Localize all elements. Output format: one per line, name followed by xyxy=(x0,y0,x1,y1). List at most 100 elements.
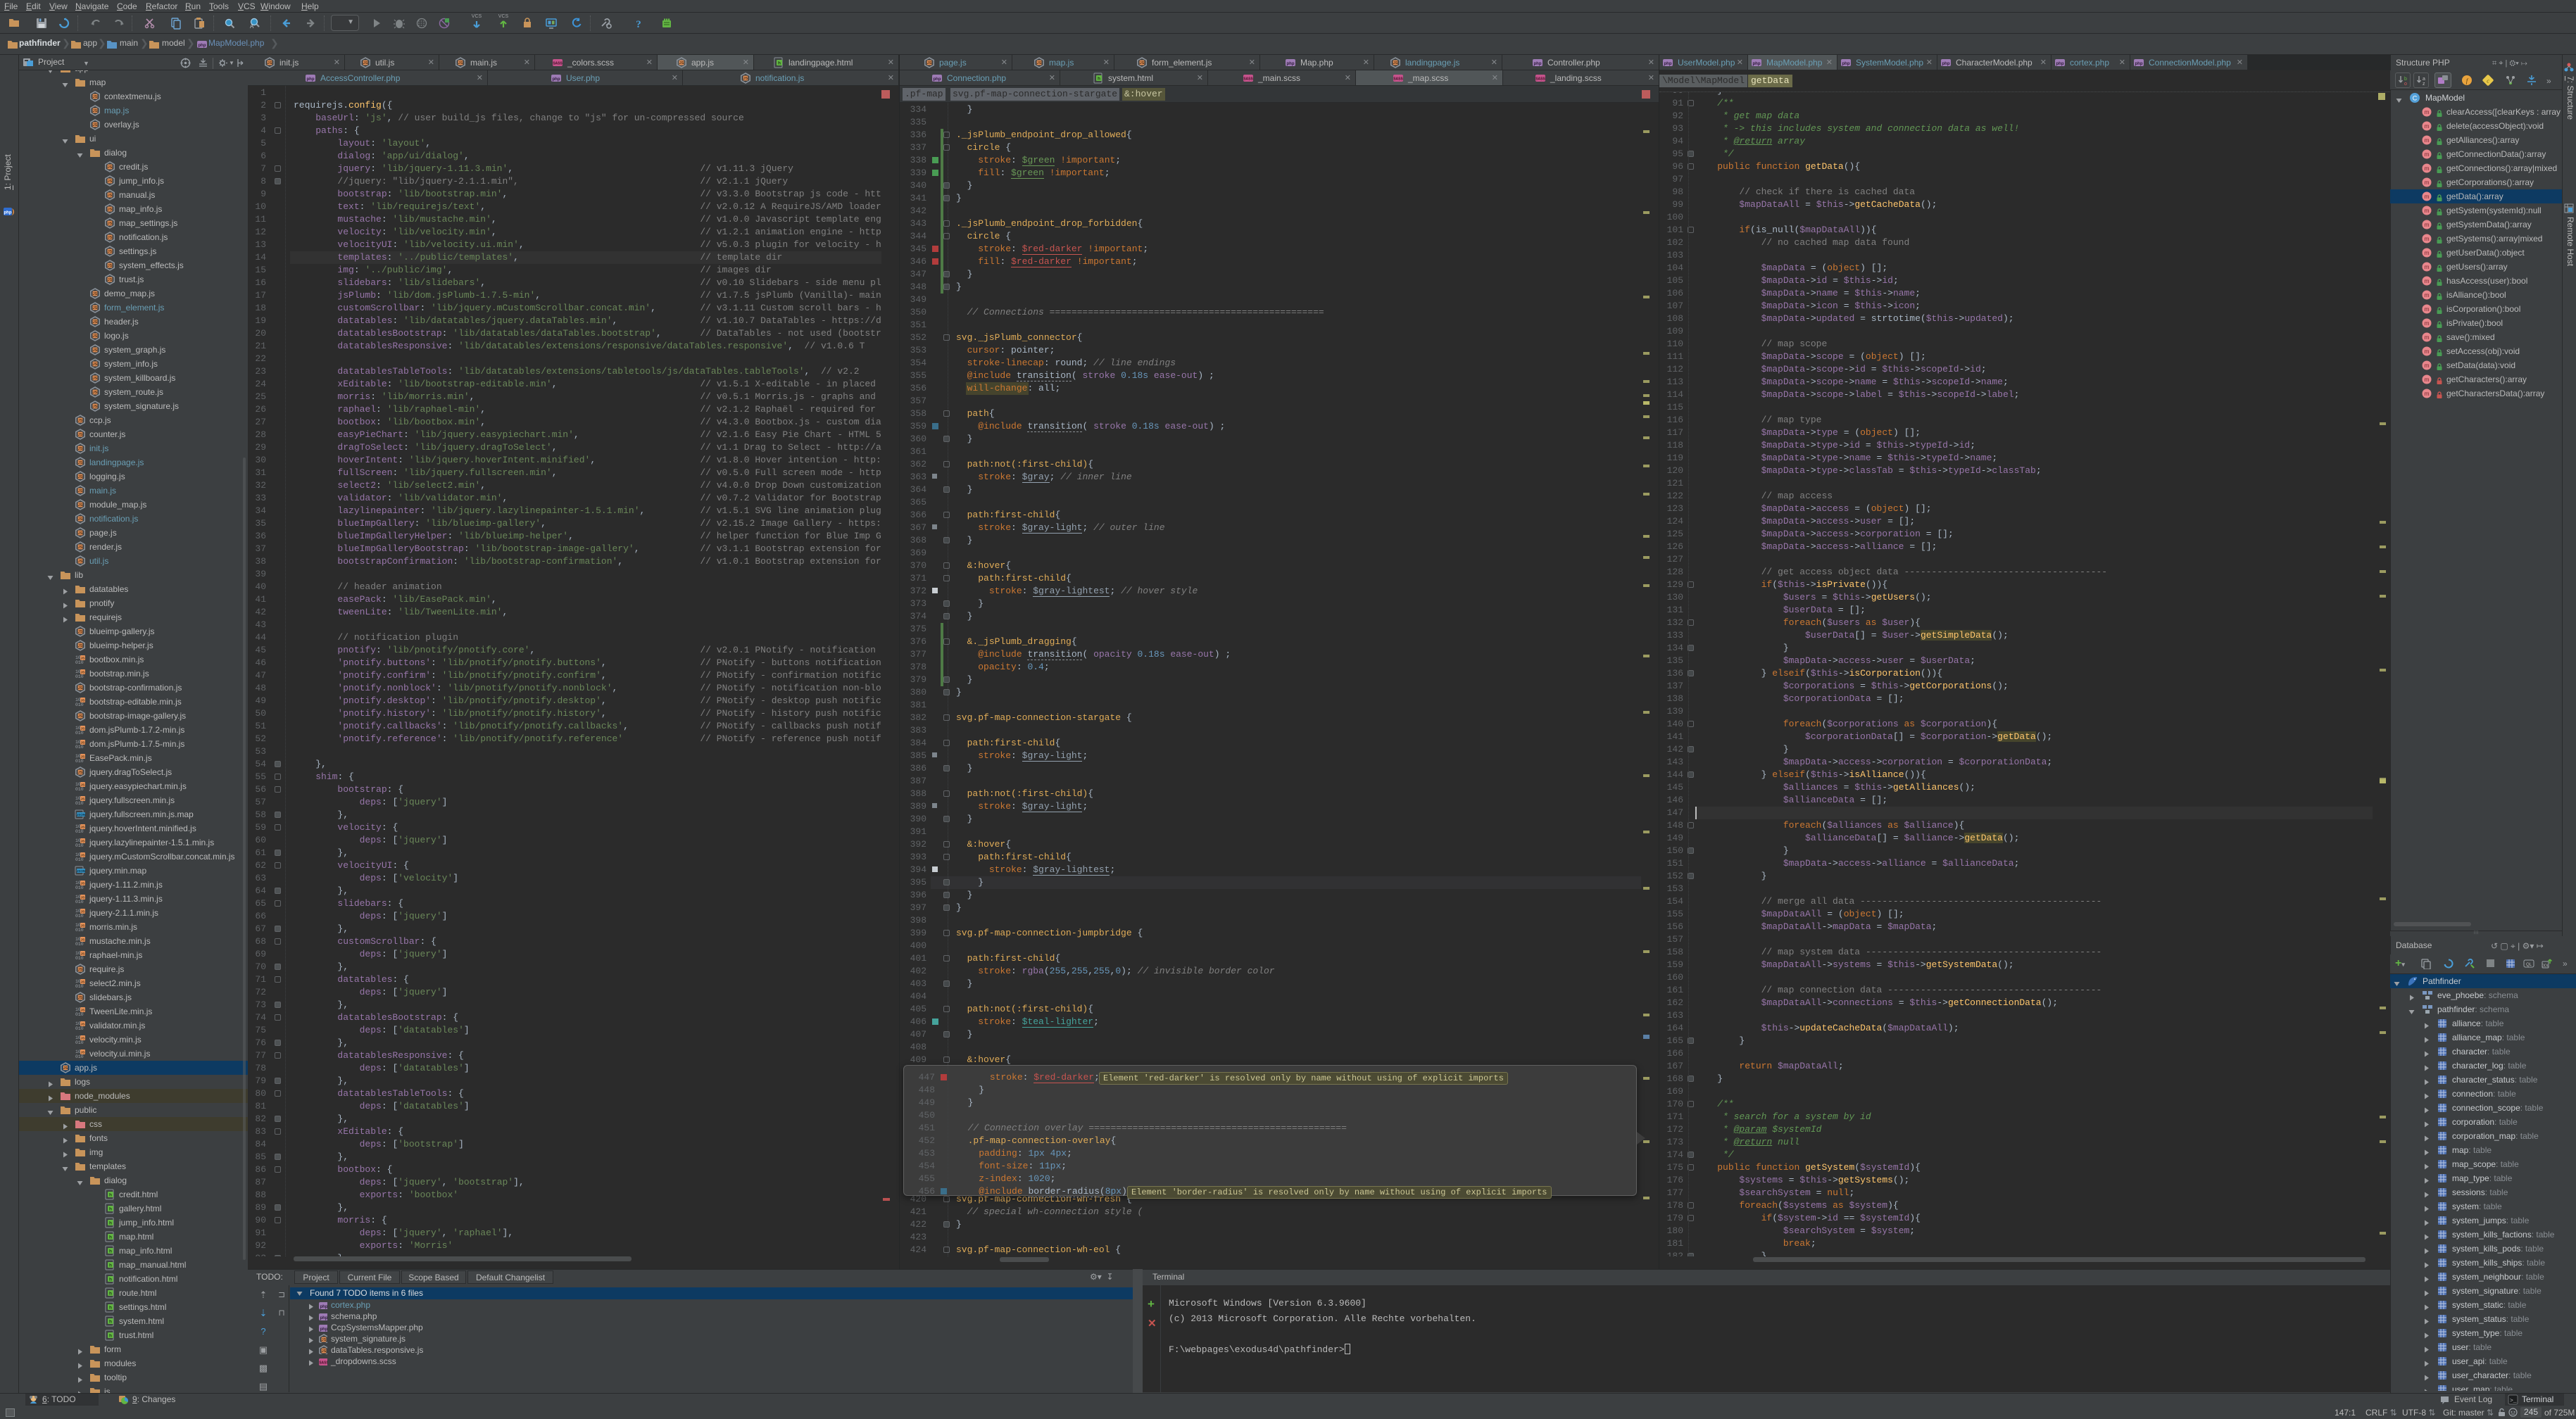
svg-text:h: h xyxy=(109,1320,112,1325)
svg-text:JS: JS xyxy=(78,433,83,437)
svg-text:m: m xyxy=(2424,320,2429,327)
svg-text:010: 010 xyxy=(75,1040,84,1045)
svg-text:php: php xyxy=(307,77,315,82)
svg-text:010: 010 xyxy=(75,1026,84,1031)
svg-text:h: h xyxy=(109,1263,112,1268)
svg-text:JS: JS xyxy=(81,657,86,661)
svg-text:php: php xyxy=(1753,62,1761,66)
svg-text:010: 010 xyxy=(75,1054,84,1059)
svg-text:010: 010 xyxy=(75,885,84,890)
svg-text:010: 010 xyxy=(75,914,84,919)
svg-text:php: php xyxy=(199,44,206,48)
svg-text:JS: JS xyxy=(81,980,86,985)
svg-text:m: m xyxy=(2424,235,2429,242)
svg-text:C: C xyxy=(2413,95,2418,102)
svg-text:010: 010 xyxy=(75,984,84,989)
svg-text:JS: JS xyxy=(743,77,748,81)
svg-text:JS: JS xyxy=(81,1037,86,1041)
svg-text:010: 010 xyxy=(75,674,84,679)
svg-text:php: php xyxy=(320,1327,328,1332)
svg-text:php: php xyxy=(4,211,12,215)
svg-text:h: h xyxy=(109,1193,112,1198)
svg-text:JS: JS xyxy=(93,109,98,113)
svg-text:>_: >_ xyxy=(2510,1398,2517,1404)
svg-text:h: h xyxy=(109,1278,112,1282)
svg-text:h: h xyxy=(778,61,781,66)
svg-text:h: h xyxy=(109,1207,112,1212)
svg-text:JS: JS xyxy=(78,686,83,690)
svg-text:JS: JS xyxy=(81,1051,86,1055)
svg-text:010: 010 xyxy=(75,857,84,862)
svg-text:010: 010 xyxy=(75,801,84,806)
svg-text:JS: JS xyxy=(1393,61,1398,65)
svg-text:h: h xyxy=(109,1249,112,1254)
svg-text:JS: JS xyxy=(322,1338,327,1342)
svg-text:JS: JS xyxy=(81,797,86,802)
svg-text:JS: JS xyxy=(927,61,932,65)
svg-text:m: m xyxy=(2424,334,2429,341)
svg-text:JS: JS xyxy=(93,292,98,296)
svg-text:SASS: SASS xyxy=(1243,77,1253,81)
svg-text:php: php xyxy=(934,77,941,82)
svg-text:m: m xyxy=(2424,193,2429,200)
svg-text:JS: JS xyxy=(108,264,113,268)
svg-text:A: A xyxy=(250,23,254,30)
svg-text:h: h xyxy=(109,1292,112,1297)
svg-text:php: php xyxy=(2056,62,2064,66)
svg-text:JS: JS xyxy=(81,938,86,942)
svg-text:JS: JS xyxy=(78,489,83,493)
svg-text:JS: JS xyxy=(81,910,86,914)
svg-text:010: 010 xyxy=(75,702,84,707)
svg-text:h: h xyxy=(109,1334,112,1339)
svg-text:JS: JS xyxy=(81,755,86,759)
svg-text:m: m xyxy=(2424,108,2429,115)
svg-text:m: m xyxy=(2424,179,2429,186)
svg-text:php: php xyxy=(1287,62,1295,66)
svg-text:h: h xyxy=(1098,77,1100,82)
svg-text:?: ? xyxy=(636,19,641,30)
svg-text:c: c xyxy=(2487,78,2489,84)
svg-text:JS: JS xyxy=(108,236,113,240)
svg-text:JS: JS xyxy=(108,278,113,282)
svg-text:JS: JS xyxy=(78,644,83,648)
svg-text:SASS: SASS xyxy=(1535,77,1545,81)
svg-text:JS: JS xyxy=(93,320,98,324)
svg-text:010: 010 xyxy=(75,843,84,848)
svg-text:JS: JS xyxy=(81,699,86,703)
svg-text:010: 010 xyxy=(75,928,84,933)
svg-text:JS: JS xyxy=(108,194,113,198)
svg-text:JS: JS xyxy=(93,348,98,353)
svg-text:JS: JS xyxy=(81,671,86,675)
svg-text:m: m xyxy=(2424,165,2429,172)
svg-text:JS: JS xyxy=(93,391,98,395)
svg-text:QL: QL xyxy=(2526,963,2532,967)
svg-text:php: php xyxy=(1534,62,1542,66)
svg-text:JS: JS xyxy=(268,61,272,65)
svg-text:SASS: SASS xyxy=(553,61,563,65)
svg-text:h: h xyxy=(109,1306,112,1311)
svg-text:JS: JS xyxy=(81,1009,86,1013)
svg-text:JS: JS xyxy=(81,882,86,886)
svg-text:m: m xyxy=(2424,137,2429,144)
svg-text:JS: JS xyxy=(108,179,113,184)
svg-text:m: m xyxy=(2424,291,2429,298)
svg-text:JS: JS xyxy=(93,377,98,381)
svg-text:JS: JS xyxy=(1140,61,1145,65)
svg-text:m: m xyxy=(2424,207,2429,214)
svg-text:JS: JS xyxy=(78,461,83,465)
svg-text:m: m xyxy=(2424,151,2429,158)
svg-text:php: php xyxy=(553,77,560,82)
svg-text:m: m xyxy=(2424,390,2429,397)
svg-text:h: h xyxy=(109,1221,112,1226)
svg-text:JS: JS xyxy=(81,854,86,858)
svg-text:php: php xyxy=(2135,62,2143,66)
svg-text:JS: JS xyxy=(93,405,98,409)
svg-text:SASS: SASS xyxy=(1393,77,1403,81)
svg-text:m: m xyxy=(2424,305,2429,313)
svg-text:JS: JS xyxy=(78,996,83,1000)
svg-text:php: php xyxy=(1664,62,1672,66)
svg-text:JS: JS xyxy=(81,783,86,788)
svg-text:JS: JS xyxy=(63,1066,68,1071)
svg-text:m: m xyxy=(2424,348,2429,355)
svg-text:php: php xyxy=(320,1305,328,1309)
